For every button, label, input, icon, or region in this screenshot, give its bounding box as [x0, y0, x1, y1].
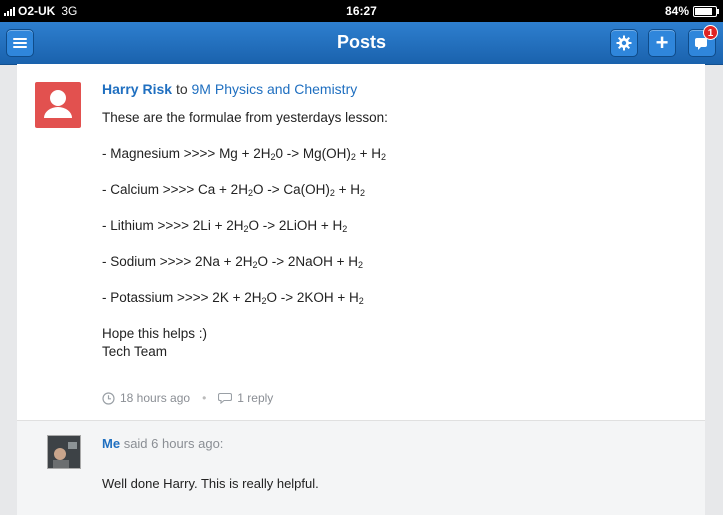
plus-icon: + [655, 30, 669, 55]
clock: 16:27 [346, 4, 377, 18]
formula-magnesium: - Magnesium >>>> Mg + 2H20 -> Mg(OH)2 + … [102, 146, 387, 162]
formula-potassium: - Potassium >>>> 2K + 2H2O -> 2KOH + H2 [102, 290, 364, 306]
formula-lithium: - Lithium >>>> 2Li + 2H2O -> 2LiOH + H2 [102, 218, 348, 234]
notification-badge: 1 [703, 25, 718, 40]
settings-button[interactable] [610, 29, 638, 57]
status-bar: O2-UK 3G 16:27 84% [0, 0, 723, 22]
formula-sodium: - Sodium >>>> 2Na + 2H2O -> 2NaOH + H2 [102, 254, 364, 270]
closing-line: Hope this helps :) [102, 326, 208, 341]
post-body: These are the formulae from yesterdays l… [102, 109, 388, 361]
comment-icon [218, 392, 233, 404]
reply-count-link[interactable]: 1 reply [237, 391, 273, 405]
formula-calcium: - Calcium >>>> Ca + 2H2O -> Ca(OH)2 + H2 [102, 182, 366, 198]
post-timestamp: 18 hours ago [120, 391, 191, 405]
clock-icon [102, 391, 115, 405]
reply-item: Me said 6 hours ago: Well done Harry. Th… [17, 420, 705, 515]
post-card: Harry Risk to 9M Physics and Chemistry T… [17, 64, 705, 420]
battery-percent: 84% [664, 4, 689, 18]
post-intro: These are the formulae from yesterdays l… [102, 110, 388, 125]
user-icon [44, 90, 72, 118]
gear-icon [616, 35, 632, 51]
notifications-button[interactable]: 1 [688, 25, 718, 57]
post-meta: 18 hours ago • 1 reply [102, 391, 273, 405]
to-label: to [175, 81, 188, 97]
group-link[interactable]: 9M Physics and Chemistry [192, 81, 358, 97]
post-header: Harry Risk to 9M Physics and Chemistry [102, 81, 357, 97]
reply-author-link[interactable]: Me [102, 436, 120, 451]
reply-timestamp: said 6 hours ago: [123, 436, 224, 451]
reply-text: Well done Harry. This is really helpful. [102, 476, 319, 491]
meta-separator: • [202, 391, 207, 405]
battery-area: 84% [664, 4, 719, 18]
reply-avatar[interactable] [47, 435, 81, 469]
user-photo-icon [48, 436, 80, 468]
reply-header: Me said 6 hours ago: [102, 436, 223, 451]
avatar[interactable] [35, 82, 81, 128]
nav-bar: Posts + 1 [0, 22, 723, 65]
add-post-button[interactable]: + [648, 29, 676, 57]
battery-icon [693, 5, 719, 17]
signature: Tech Team [102, 344, 168, 359]
post-author-link[interactable]: Harry Risk [102, 81, 172, 97]
post-closing: Hope this helps :) Tech Team [102, 325, 388, 361]
